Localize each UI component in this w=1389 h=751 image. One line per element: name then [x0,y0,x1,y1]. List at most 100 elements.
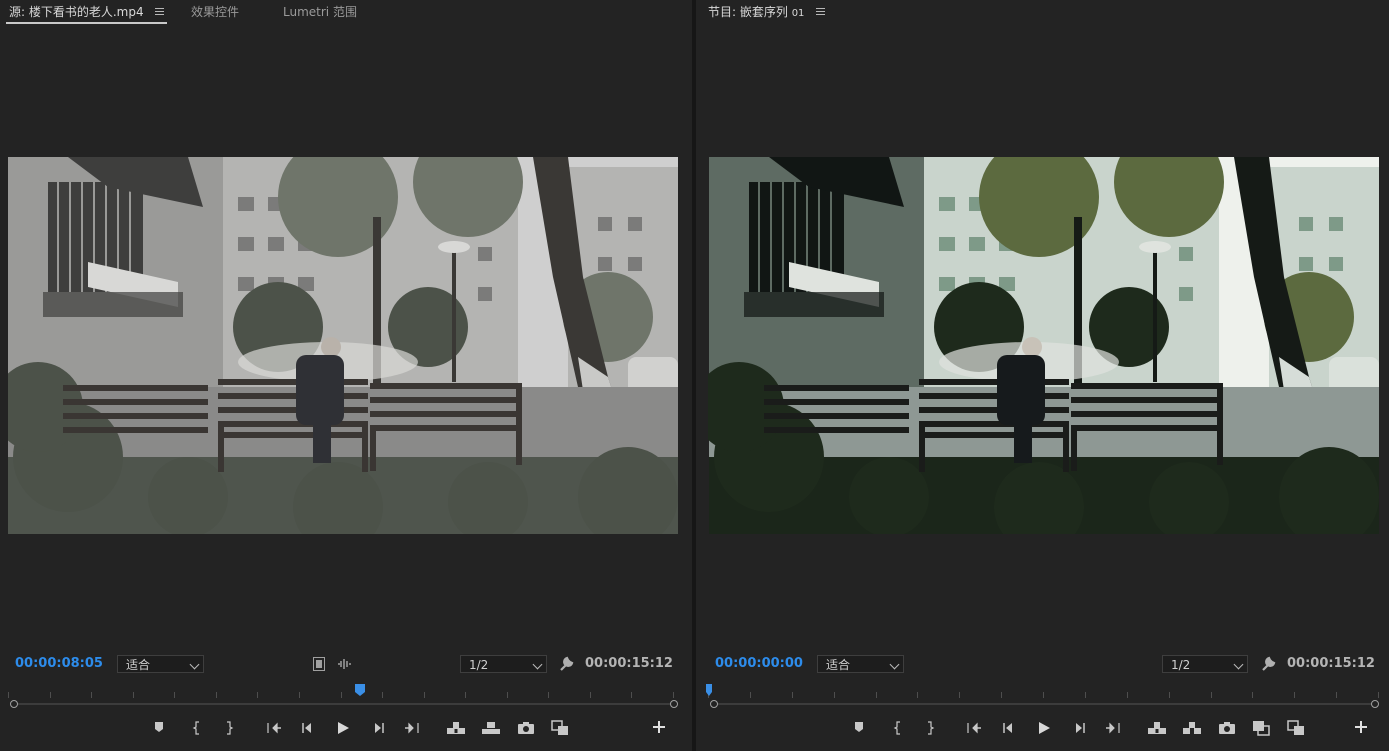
program-current-timecode[interactable]: 00:00:00:00 [715,656,803,671]
ruler-tick [257,692,258,698]
ruler-tick [91,692,92,698]
scrollbar-right-handle[interactable] [670,700,678,708]
play-icon[interactable] [335,720,353,738]
ruler-tick [1378,692,1379,698]
source-time-ruler[interactable] [8,686,674,698]
tab-lumetri-scopes[interactable]: Lumetri 范围 [283,4,357,24]
add-marker-icon[interactable] [152,720,170,738]
ruler-tick [465,692,466,698]
chevron-down-icon [1233,659,1244,670]
ruler-tick [1252,692,1253,698]
ruler-tick [299,692,300,698]
program-zoom-scrollbar[interactable] [710,700,1379,708]
export-frame-icon[interactable] [517,720,535,738]
step-back-icon[interactable] [1001,720,1019,738]
mark-out-icon[interactable] [923,720,941,738]
ruler-tick [507,692,508,698]
ruler-tick [548,692,549,698]
source-playhead[interactable] [355,684,365,696]
ruler-tick [341,692,342,698]
source-fit-dropdown[interactable]: 适合 [117,655,204,673]
go-to-in-icon[interactable] [265,720,283,738]
extract-icon[interactable] [1182,720,1201,738]
scrollbar-track [16,703,672,705]
ruler-tick [382,692,383,698]
program-frame-image [708,157,1380,534]
ruler-tick [792,692,793,698]
wrench-icon[interactable] [558,656,574,675]
program-video-frame[interactable] [708,157,1380,534]
ruler-tick [216,692,217,698]
ruler-tick [8,692,9,698]
program-duration: 00:00:15:12 [1287,656,1375,671]
step-forward-icon[interactable] [1071,720,1089,738]
program-tab-bar: 节目: 嵌套序列 01 [696,0,1389,26]
lift-icon[interactable] [1147,720,1166,738]
add-marker-icon[interactable] [852,720,870,738]
tab-source[interactable]: 源: 楼下看书的老人.mp4 [9,4,165,24]
source-current-timecode[interactable]: 00:00:08:05 [15,656,103,671]
scrollbar-left-handle[interactable] [710,700,718,708]
ruler-tick [834,692,835,698]
ruler-tick [1043,692,1044,698]
source-frame-image [8,157,678,534]
ruler-tick [1294,692,1295,698]
ruler-tick [917,692,918,698]
tab-source-label: 源: 楼下看书的老人.mp4 [9,5,144,19]
active-tab-indicator [6,22,167,24]
scrollbar-right-handle[interactable] [1371,700,1379,708]
ruler-tick [50,692,51,698]
chevron-down-icon [189,659,200,670]
panel-menu-icon[interactable] [816,6,826,17]
comparison-view-icon[interactable] [1252,720,1270,738]
program-resolution-dropdown[interactable]: 1/2 [1162,655,1248,673]
ruler-tick [1127,692,1128,698]
go-to-out-icon[interactable] [403,720,421,738]
tab-effect-controls[interactable]: 效果控件 [191,4,239,24]
source-resolution-dropdown[interactable]: 1/2 [460,655,547,673]
play-icon[interactable] [1036,720,1054,738]
step-forward-icon[interactable] [370,720,388,738]
ruler-tick [590,692,591,698]
drag-video-only-icon[interactable] [313,657,325,674]
button-editor-plus-icon[interactable] [1354,720,1372,738]
overwrite-icon[interactable] [481,720,500,738]
wrench-icon[interactable] [1260,656,1276,675]
source-resolution-value: 1/2 [469,658,489,672]
program-resolution-value: 1/2 [1171,658,1191,672]
scrollbar-track [716,703,1373,705]
program-fit-value: 适合 [826,658,851,672]
program-monitor-panel: 节目: 嵌套序列 01 00:00:00:00 适合 1/2 00:00:15:… [696,0,1389,751]
compare-icon[interactable] [551,720,569,738]
panel-menu-icon[interactable] [155,6,165,17]
ruler-tick [673,692,674,698]
ruler-tick [750,692,751,698]
program-time-ruler[interactable] [708,686,1379,698]
mark-in-icon[interactable] [190,720,208,738]
source-monitor-panel: 源: 楼下看书的老人.mp4 效果控件 Lumetri 范围 00:00:08:… [0,0,692,751]
mark-in-icon[interactable] [891,720,909,738]
compare-icon[interactable] [1287,720,1305,738]
mark-out-icon[interactable] [222,720,240,738]
go-to-out-icon[interactable] [1104,720,1122,738]
source-video-frame[interactable] [8,157,678,534]
drag-audio-only-icon[interactable] [337,658,353,673]
ruler-tick [424,692,425,698]
step-back-icon[interactable] [300,720,318,738]
ruler-tick [1085,692,1086,698]
ruler-tick [1336,692,1337,698]
ruler-tick [1001,692,1002,698]
ruler-tick [1169,692,1170,698]
program-fit-dropdown[interactable]: 适合 [817,655,904,673]
button-editor-plus-icon[interactable] [652,720,670,738]
tab-program[interactable]: 节目: 嵌套序列 01 [708,4,826,24]
program-playhead[interactable] [706,684,716,696]
ruler-tick [1211,692,1212,698]
go-to-in-icon[interactable] [965,720,983,738]
source-zoom-scrollbar[interactable] [10,700,678,708]
ruler-tick [174,692,175,698]
scrollbar-left-handle[interactable] [10,700,18,708]
insert-icon[interactable] [446,720,465,738]
chevron-down-icon [889,659,900,670]
export-frame-icon[interactable] [1218,720,1236,738]
